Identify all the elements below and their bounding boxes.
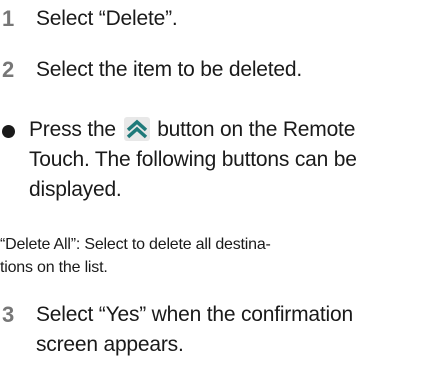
step-3: 3 Select “Yes” when the confirmation scr… — [0, 300, 353, 360]
step-text: Select “Yes” when the confirmation scree… — [36, 300, 353, 360]
note-line-2: tions on the list. — [0, 259, 108, 276]
bullet-line-2: Touch. The following buttons can be — [29, 148, 357, 171]
step-number: 3 — [2, 302, 15, 327]
manual-page: 1 Select “Delete”. 2 Select the item to … — [0, 0, 425, 370]
step-2: 2 Select the item to be deleted. — [0, 55, 302, 85]
bullet-text: Press the button on the Remote Touch. Th… — [29, 115, 420, 205]
bullet-item: Press the button on the Remote Touch. Th… — [0, 115, 420, 205]
step-number: 2 — [2, 57, 15, 82]
step-number: 1 — [2, 6, 15, 31]
bullet-line-3: displayed. — [29, 178, 122, 201]
delete-all-note: “Delete All”: Select to delete all desti… — [0, 233, 420, 279]
step-1: 1 Select “Delete”. — [0, 4, 178, 34]
step-text: Select the item to be deleted. — [36, 58, 303, 81]
bullet-text-before-icon: Press the — [29, 118, 116, 141]
bullet-line-1: Press the button on the Remote — [29, 115, 420, 145]
step-text-line-1: Select “Yes” when the confirmation — [36, 303, 353, 326]
bullet-text-after-icon: button on the Remote — [157, 118, 356, 141]
step-text-line-2: screen appears. — [36, 333, 184, 356]
bullet-dot — [2, 125, 15, 138]
step-text: Select “Delete”. — [36, 7, 178, 30]
note-line-1: “Delete All”: Select to delete all desti… — [0, 236, 271, 253]
double-chevron-up-icon — [123, 117, 150, 141]
